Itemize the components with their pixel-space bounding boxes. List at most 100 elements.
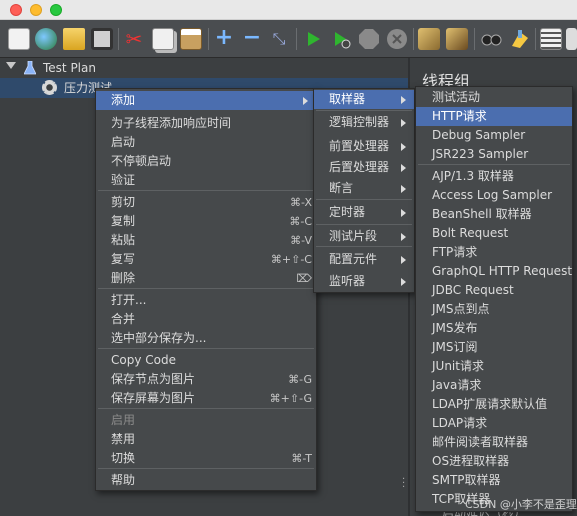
sampler-item-ldap[interactable]: LDAP请求: [416, 414, 572, 433]
minimize-window-button[interactable]: [30, 4, 42, 16]
context-menu-item-item-8[interactable]: 复写 ⌘+⇧-C: [96, 250, 316, 269]
menu-item-label: LDAP请求: [432, 416, 488, 430]
context-menu-item-item-11[interactable]: 合并: [96, 310, 316, 329]
menu-item-label: 启用: [111, 413, 136, 427]
context-menu-item-item-6[interactable]: 复制 ⌘-C: [96, 212, 316, 231]
function-helper-icon[interactable]: [540, 28, 562, 50]
sampler-item-junit[interactable]: JUnit请求: [416, 357, 572, 376]
shortcut-label: ⌘-C: [289, 215, 312, 228]
submenu-arrow-icon: [401, 185, 406, 193]
expand-icon[interactable]: +: [213, 27, 235, 50]
menu-item-label: 为子线程添加响应时间: [111, 116, 232, 130]
sampler-item-debug-sampler[interactable]: Debug Sampler: [416, 126, 572, 145]
context-menu-item-item-2[interactable]: 启动: [96, 133, 316, 152]
sampler-item-jms[interactable]: JMS订阅: [416, 338, 572, 357]
collapse-icon[interactable]: −: [241, 27, 263, 50]
add-submenu-item-8[interactable]: 监听器: [314, 272, 414, 291]
expand-arrow-icon[interactable]: [6, 62, 16, 69]
sampler-item-access-log-sampler[interactable]: Access Log Sampler: [416, 186, 572, 205]
add-submenu-item-1[interactable]: 逻辑控制器: [314, 113, 414, 132]
menu-item-label: 打开...: [111, 293, 147, 307]
menu-item-label: Copy Code: [111, 353, 176, 367]
sampler-item-java[interactable]: Java请求: [416, 376, 572, 395]
context-menu-item-item-19[interactable]: 帮助: [96, 471, 316, 490]
clear-all-icon[interactable]: [446, 28, 468, 50]
sampler-item-jms[interactable]: JMS发布: [416, 319, 572, 338]
add-submenu-item-0[interactable]: 取样器: [314, 90, 414, 109]
context-menu-item-item-14[interactable]: 保存节点为图片 ⌘-G: [96, 370, 316, 389]
new-icon[interactable]: [8, 28, 30, 50]
menu-item-label: JMS订阅: [432, 340, 478, 354]
add-submenu-item-7[interactable]: 配置元件: [314, 250, 414, 269]
shutdown-icon[interactable]: [386, 28, 408, 50]
context-menu-item-item-17[interactable]: 禁用: [96, 430, 316, 449]
sampler-item-jms[interactable]: JMS点到点: [416, 300, 572, 319]
open-icon[interactable]: [63, 28, 85, 50]
start-no-pause-icon[interactable]: [330, 28, 352, 50]
context-menu-item-item-0[interactable]: 添加: [96, 91, 316, 110]
menu-separator: [418, 164, 570, 165]
context-menu-item-item-5[interactable]: 剪切 ⌘-X: [96, 193, 316, 212]
start-icon[interactable]: [302, 28, 324, 50]
menu-item-label: 取样器: [329, 92, 366, 106]
help-icon[interactable]: [566, 28, 577, 50]
menu-item-label: 添加: [111, 93, 136, 107]
sampler-item-os[interactable]: OS进程取样器: [416, 452, 572, 471]
templates-icon[interactable]: [35, 28, 57, 50]
add-submenu-item-4[interactable]: 断言: [314, 179, 414, 198]
context-menu-item-item-10[interactable]: 打开...: [96, 291, 316, 310]
menu-item-label: HTTP请求: [432, 109, 487, 123]
clear-icon[interactable]: [418, 28, 440, 50]
paste-icon[interactable]: [180, 28, 202, 50]
sampler-item-ftp[interactable]: FTP请求: [416, 243, 572, 262]
context-menu-item-item-9[interactable]: 删除 ⌦: [96, 269, 316, 288]
menu-item-label: OS进程取样器: [432, 454, 510, 468]
context-menu-item-item-18[interactable]: 切换 ⌘-T: [96, 449, 316, 468]
context-menu-item-copy-code[interactable]: Copy Code: [96, 351, 316, 370]
shortcut-label: ⌘-X: [290, 196, 312, 209]
add-submenu-item-3[interactable]: 后置处理器: [314, 158, 414, 177]
context-menu-item-item-7[interactable]: 粘贴 ⌘-V: [96, 231, 316, 250]
save-icon[interactable]: [91, 28, 113, 50]
menu-separator: [316, 199, 412, 200]
sampler-item-http[interactable]: HTTP请求: [416, 107, 572, 126]
sampler-item-item-0[interactable]: 测试活动: [416, 88, 572, 107]
context-menu-item-item-1[interactable]: 为子线程添加响应时间: [96, 114, 316, 133]
menu-item-label: JMS发布: [432, 321, 478, 335]
menu-item-label: 逻辑控制器: [329, 115, 390, 129]
sampler-item-jsr223-sampler[interactable]: JSR223 Sampler: [416, 145, 572, 164]
context-menu-item-item-12[interactable]: 选中部分保存为...: [96, 329, 316, 348]
sampler-item-item-18[interactable]: 邮件阅读者取样器: [416, 433, 572, 452]
sampler-item-ldap[interactable]: LDAP扩展请求默认值: [416, 395, 572, 414]
menu-item-label: 保存节点为图片: [111, 372, 196, 386]
submenu-arrow-icon: [401, 233, 406, 241]
sampler-item-graphql-http-request[interactable]: GraphQL HTTP Request: [416, 262, 572, 281]
menu-item-label: 监听器: [329, 274, 366, 288]
tree-node-test-plan[interactable]: Test Plan: [0, 58, 408, 78]
menu-item-label: 保存屏幕为图片: [111, 391, 196, 405]
splitter-handle-icon[interactable]: · · ·: [402, 475, 406, 493]
add-submenu-item-5[interactable]: 定时器: [314, 203, 414, 222]
cut-icon[interactable]: ✂: [123, 28, 145, 50]
add-submenu-item-6[interactable]: 测试片段: [314, 227, 414, 246]
sampler-item-beanshell[interactable]: BeanShell 取样器: [416, 205, 572, 224]
maximize-window-button[interactable]: [50, 4, 62, 16]
sampler-item-smtp[interactable]: SMTP取样器: [416, 471, 572, 490]
context-menu-item-item-4[interactable]: 验证: [96, 171, 316, 190]
context-menu-item-item-3[interactable]: 不停顿启动: [96, 152, 316, 171]
stop-icon[interactable]: [358, 28, 380, 50]
add-submenu: 取样器逻辑控制器前置处理器后置处理器断言定时器测试片段配置元件监听器: [313, 88, 415, 293]
copy-icon[interactable]: [152, 28, 174, 50]
search-icon[interactable]: [480, 28, 502, 50]
toggle-icon[interactable]: ⤡: [268, 28, 290, 50]
menu-item-label: 切换: [111, 451, 136, 465]
sampler-item-jdbc-request[interactable]: JDBC Request: [416, 281, 572, 300]
context-menu: 添加为子线程添加响应时间启动 不停顿启动 验证剪切 ⌘-X 复制 ⌘-C 粘贴 ⌘-V 复写 ⌘+…: [95, 88, 317, 491]
sampler-item-bolt-request[interactable]: Bolt Request: [416, 224, 572, 243]
close-window-button[interactable]: [10, 4, 22, 16]
sampler-item-ajp-1-3[interactable]: AJP/1.3 取样器: [416, 167, 572, 186]
add-submenu-item-2[interactable]: 前置处理器: [314, 137, 414, 156]
menu-item-label: 删除: [111, 271, 136, 285]
context-menu-item-item-15[interactable]: 保存屏幕为图片 ⌘+⇧-G: [96, 389, 316, 408]
reset-search-icon[interactable]: [508, 28, 530, 50]
